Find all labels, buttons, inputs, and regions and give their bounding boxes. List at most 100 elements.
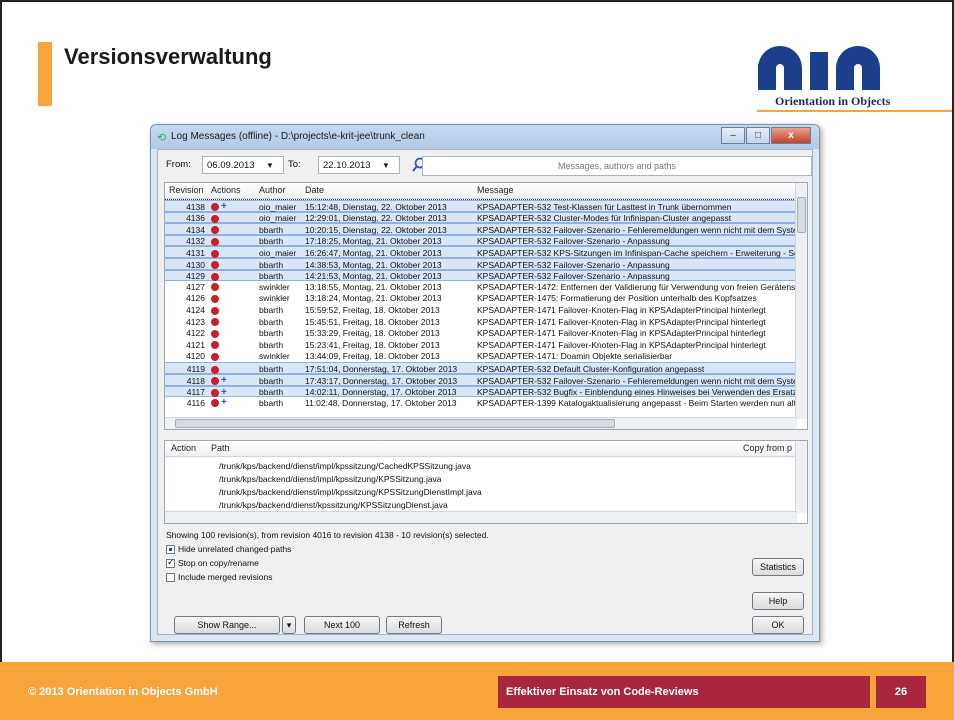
statistics-button[interactable]: Statistics: [752, 558, 804, 576]
slide-frame-top: [0, 0, 954, 2]
modified-icon: [211, 261, 219, 270]
revision-cell: 4116: [186, 397, 205, 408]
hide-unrelated-box[interactable]: [166, 545, 175, 555]
message-cell: KPSADAPTER-532 Failover-Szenario - Anpas…: [477, 271, 670, 282]
search-input[interactable]: Messages, authors and paths: [422, 156, 812, 176]
log-row[interactable]: 4136 oio_maier 12:29:01, Dienstag, 22. Okt…: [165, 211, 797, 224]
log-row[interactable]: 4134 bbarth 10:20:15, Dienstag, 22. Oktobe…: [165, 223, 797, 235]
log-messages-window: ⟲ Log Messages (offline) - D:\projects\e…: [150, 124, 820, 642]
date-cell: 14:38:53, Montag, 21. Oktober 2013: [305, 259, 442, 270]
ok-button[interactable]: OK: [752, 616, 804, 634]
to-dropdown-icon[interactable]: ▼: [382, 161, 390, 170]
to-label: To:: [288, 159, 301, 170]
show-range-dropdown-icon[interactable]: ▾: [282, 616, 296, 634]
author-cell: bbarth: [259, 259, 284, 270]
revision-cell: 4132: [186, 236, 205, 247]
include-merged-label: Include merged revisions: [178, 572, 273, 582]
date-cell: 17:43:17, Donnerstag, 17. Oktober 2013: [305, 375, 458, 386]
path-row[interactable]: /trunk/kps/backend/dienst/impl/kpssitzun…: [219, 474, 442, 484]
col-author[interactable]: Author: [259, 185, 286, 195]
actions-cell: [211, 248, 251, 258]
col-path[interactable]: Path: [211, 443, 230, 453]
log-row[interactable]: 4132 bbarth 17:18:25, Montag, 21. Oktober …: [165, 234, 797, 247]
added-icon: +: [221, 397, 227, 408]
log-hscroll-thumb[interactable]: [175, 419, 615, 428]
revision-cell: 4122: [186, 328, 205, 339]
path-row[interactable]: /trunk/kps/backend/dienst/impl/kpssitzun…: [219, 487, 482, 497]
show-range-button[interactable]: Show Range...: [174, 616, 280, 634]
log-row[interactable]: 4120 swinkler 13:44:09, Freitag, 18. Oktob…: [165, 351, 797, 363]
log-row[interactable]: 4119 bbarth 17:51:04, Donnerstag, 17. Okto…: [165, 362, 797, 374]
window-titlebar[interactable]: ⟲ Log Messages (offline) - D:\projects\e…: [151, 125, 819, 149]
message-cell: KPSADAPTER-1472: Entfernen der Validieru…: [477, 281, 797, 292]
message-cell: KPSADAPTER-1471 Failover-Knoten-Flag in …: [477, 316, 766, 327]
actions-cell: [211, 364, 251, 374]
log-row[interactable]: 4121 bbarth 15:23:41, Freitag, 18. Oktober…: [165, 339, 797, 351]
col-action[interactable]: Action: [171, 443, 196, 453]
author-cell: bbarth: [259, 304, 284, 315]
close-button[interactable]: x: [771, 127, 811, 144]
modified-icon: [211, 353, 219, 362]
include-merged-box[interactable]: [166, 573, 175, 583]
log-row[interactable]: 4124 bbarth 15:59:52, Freitag, 18. Oktober…: [165, 304, 797, 316]
minimize-button[interactable]: –: [721, 127, 745, 144]
path-hscrollbar[interactable]: [165, 511, 797, 523]
author-cell: bbarth: [259, 271, 284, 282]
message-cell: KPSADAPTER-1471 Failover-Knoten-Flag in …: [477, 304, 766, 315]
log-row[interactable]: 4123 bbarth 15:45:51, Freitag, 18. Oktober…: [165, 316, 797, 328]
path-table-header: Action Path Copy from p: [165, 441, 797, 457]
author-cell: swinkler: [259, 351, 290, 362]
log-row[interactable]: 4131 oio_maier 16:26:47, Montag, 21. Oktob…: [165, 246, 797, 258]
log-row[interactable]: 4129 bbarth 14:21:53, Montag, 21. Oktober …: [165, 269, 797, 282]
revision-cell: 4134: [186, 224, 205, 235]
author-cell: bbarth: [259, 375, 284, 386]
modified-icon: [211, 318, 219, 327]
modified-icon: [211, 399, 219, 408]
path-row[interactable]: /trunk/kps/backend/dienst/kpssitzung/KPS…: [219, 500, 448, 510]
log-vscroll-thumb[interactable]: [797, 197, 806, 233]
message-cell: KPSADAPTER-532 Failover-Szenario - Anpas…: [477, 259, 670, 270]
from-date-value: 06.09.2013: [207, 160, 255, 171]
logo-text: Orientation in Objects: [775, 94, 891, 108]
log-row[interactable]: 4130 bbarth 14:38:53, Montag, 21. Oktober …: [165, 258, 797, 270]
modified-icon: [211, 341, 219, 350]
include-merged-checkbox[interactable]: Include merged revisions: [166, 572, 273, 583]
log-row[interactable]: 4138 + oio_maier 15:12:48, Dienstag, 22. Ok…: [165, 199, 798, 213]
author-cell: oio_maier: [259, 247, 297, 258]
log-row[interactable]: 4122 bbarth 15:33:29, Freitag, 18. Oktober…: [165, 328, 797, 340]
stop-on-copy-checkbox[interactable]: Stop on copy/rename: [166, 557, 259, 569]
col-date[interactable]: Date: [305, 185, 324, 195]
maximize-button[interactable]: □: [746, 127, 770, 144]
message-cell: KPSADAPTER-1471 Failover-Knoten-Flag in …: [477, 328, 766, 339]
log-hscrollbar[interactable]: [165, 417, 797, 429]
date-cell: 14:21:53, Montag, 21. Oktober 2013: [305, 271, 442, 282]
log-vscrollbar[interactable]: [795, 183, 807, 419]
log-row[interactable]: 4127 swinkler 13:18:55, Montag, 21. Oktobe…: [165, 281, 797, 293]
path-vscrollbar[interactable]: [795, 441, 807, 513]
help-button[interactable]: Help: [752, 592, 804, 610]
message-cell: KPSADAPTER-532 KPS-Sitzungen im Infinisp…: [477, 247, 797, 258]
date-cell: 13:18:55, Montag, 21. Oktober 2013: [305, 281, 442, 292]
modified-icon: [211, 388, 219, 397]
col-revision[interactable]: Revision: [169, 185, 204, 195]
log-row[interactable]: 4117 + bbarth 14:02:11, Donnerstag, 17. Okt…: [165, 385, 797, 398]
col-message[interactable]: Message: [477, 185, 514, 195]
log-row[interactable]: 4126 swinkler 13:18:24, Montag, 21. Oktobe…: [165, 293, 797, 305]
revision-cell: 4130: [186, 259, 205, 270]
author-cell: bbarth: [259, 387, 284, 398]
col-copy-from[interactable]: Copy from p: [743, 443, 792, 453]
actions-cell: +: [211, 398, 251, 408]
from-dropdown-icon[interactable]: ▼: [266, 161, 274, 170]
added-icon: +: [221, 375, 227, 386]
next-100-button[interactable]: Next 100: [304, 616, 380, 634]
revision-cell: 4120: [186, 351, 205, 362]
log-row[interactable]: 4116 + bbarth 11:02:48, Donnerstag, 17. Okt…: [165, 397, 797, 409]
hide-unrelated-checkbox[interactable]: Hide unrelated changed paths: [166, 544, 291, 555]
stop-on-copy-box[interactable]: [166, 557, 175, 569]
refresh-button[interactable]: Refresh: [386, 616, 442, 634]
log-row[interactable]: 4118 + bbarth 17:43:17, Donnerstag, 17. Okt…: [165, 374, 797, 386]
modified-icon: [211, 214, 219, 223]
path-row[interactable]: /trunk/kps/backend/dienst/impl/kpssitzun…: [219, 461, 471, 471]
col-actions[interactable]: Actions: [211, 185, 241, 195]
date-cell: 14:02:11, Donnerstag, 17. Oktober 2013: [305, 387, 457, 398]
